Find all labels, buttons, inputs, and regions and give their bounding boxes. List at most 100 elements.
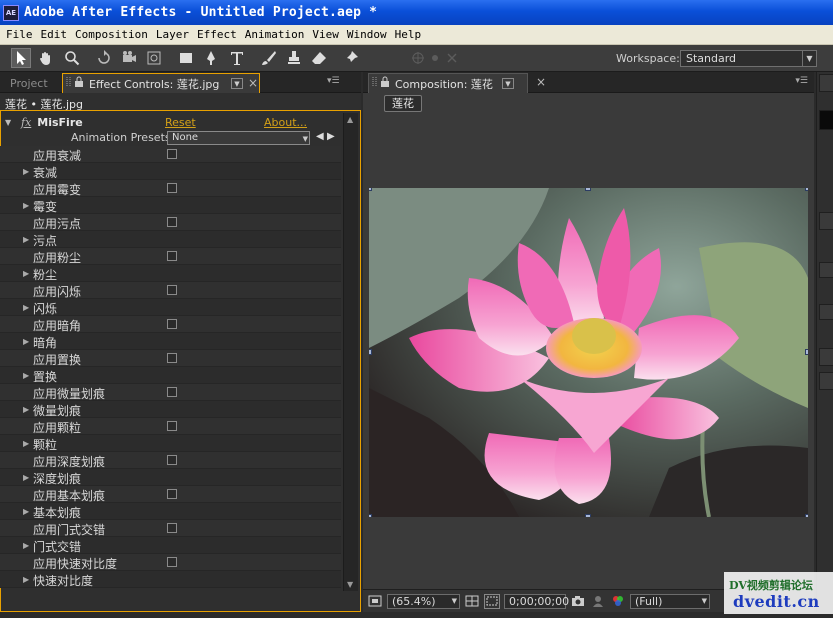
property-row[interactable]: 应用微量划痕 <box>0 384 341 401</box>
twirl-closed-icon[interactable]: ▶ <box>23 269 29 278</box>
rectangle-tool-icon[interactable] <box>176 48 196 68</box>
twirl-closed-icon[interactable]: ▶ <box>23 201 29 210</box>
text-tool-icon[interactable] <box>227 48 247 68</box>
property-row[interactable]: 应用深度划痕 <box>0 452 341 469</box>
composition-dropdown-chevron-icon[interactable]: ▼ <box>502 78 514 89</box>
next-preset-icon[interactable]: ▶ <box>327 131 335 142</box>
rotate-tool-icon[interactable] <box>94 48 114 68</box>
transform-handle[interactable] <box>585 188 591 191</box>
property-group-row[interactable]: ▶ 粉尘 <box>0 265 341 282</box>
twirl-closed-icon[interactable]: ▶ <box>23 575 29 584</box>
tab-composition[interactable]: Composition: 莲花 ▼ <box>368 73 528 93</box>
property-checkbox[interactable] <box>167 319 177 329</box>
twirl-closed-icon[interactable]: ▶ <box>23 439 29 448</box>
transform-handle[interactable] <box>805 188 808 191</box>
menu-help[interactable]: Help <box>391 28 426 41</box>
property-group-row[interactable]: ▶ 基本划痕 <box>0 503 341 520</box>
property-checkbox[interactable] <box>167 353 177 363</box>
preview-panel-button[interactable] <box>819 262 833 278</box>
pen-tool-icon[interactable] <box>201 48 221 68</box>
preview-panel-tab[interactable] <box>819 212 833 230</box>
clone-stamp-tool-icon[interactable] <box>284 48 304 68</box>
twirl-closed-icon[interactable]: ▶ <box>23 371 29 380</box>
panel-menu-icon[interactable]: ▾☰ <box>327 76 340 86</box>
twirl-closed-icon[interactable]: ▶ <box>23 337 29 346</box>
title-safe-icon[interactable] <box>464 594 480 609</box>
effects-presets-panel-tab[interactable] <box>819 348 833 366</box>
property-group-row[interactable]: ▶ 闪烁 <box>0 299 341 316</box>
menu-edit[interactable]: Edit <box>37 28 72 41</box>
property-group-row[interactable]: ▶ 深度划痕 <box>0 469 341 486</box>
twirl-closed-icon[interactable]: ▶ <box>23 303 29 312</box>
twirl-closed-icon[interactable]: ▶ <box>23 167 29 176</box>
property-row[interactable]: 应用霉变 <box>0 180 341 197</box>
layer-dropdown-chevron-icon[interactable]: ▼ <box>231 78 243 89</box>
property-group-row[interactable]: ▶ 微量划痕 <box>0 401 341 418</box>
panel-menu-icon[interactable]: ▾☰ <box>795 76 808 86</box>
menu-layer[interactable]: Layer <box>152 28 193 41</box>
effects-search-field[interactable] <box>819 372 833 390</box>
property-row[interactable]: 应用衰减 <box>0 146 341 163</box>
property-row[interactable]: 应用粉尘 <box>0 248 341 265</box>
reset-link[interactable]: Reset <box>165 116 196 129</box>
property-row[interactable]: 应用颗粒 <box>0 418 341 435</box>
property-checkbox[interactable] <box>167 251 177 261</box>
info-panel-tab[interactable] <box>819 74 833 92</box>
tab-project[interactable]: Project <box>4 75 54 92</box>
twirl-closed-icon[interactable]: ▶ <box>23 507 29 516</box>
lock-icon[interactable] <box>74 76 84 91</box>
magnification-select[interactable]: (65.4%) ▼ <box>387 593 460 609</box>
twirl-closed-icon[interactable]: ▶ <box>23 473 29 482</box>
transform-handle[interactable] <box>585 514 591 517</box>
property-row[interactable]: 应用污点 <box>0 214 341 231</box>
composition-viewer[interactable] <box>369 188 808 517</box>
property-group-row[interactable]: ▶ 污点 <box>0 231 341 248</box>
transform-handle[interactable] <box>805 514 808 517</box>
menu-window[interactable]: Window <box>343 28 391 41</box>
vertical-scrollbar[interactable]: ▲ ▼ <box>343 113 358 591</box>
close-tab-icon[interactable]: × <box>248 76 258 90</box>
brush-tool-icon[interactable] <box>259 48 279 68</box>
property-row[interactable]: 应用快速对比度 <box>0 554 341 571</box>
property-checkbox[interactable] <box>167 421 177 431</box>
property-checkbox[interactable] <box>167 183 177 193</box>
scroll-down-icon[interactable]: ▼ <box>347 580 353 589</box>
transform-handle[interactable] <box>369 349 372 355</box>
transform-handle[interactable] <box>805 349 808 355</box>
menu-effect[interactable]: Effect <box>193 28 241 41</box>
scroll-up-icon[interactable]: ▲ <box>347 115 353 124</box>
twirl-closed-icon[interactable]: ▶ <box>23 235 29 244</box>
menu-composition[interactable]: Composition <box>71 28 152 41</box>
property-group-row[interactable]: ▶ 快速对比度 <box>0 571 341 588</box>
hand-tool-icon[interactable] <box>36 48 56 68</box>
puppet-pin-tool-icon[interactable] <box>341 48 361 68</box>
menu-view[interactable]: View <box>308 28 343 41</box>
show-snapshot-icon[interactable] <box>590 594 606 609</box>
selection-tool-icon[interactable] <box>11 48 31 68</box>
close-tab-icon[interactable]: × <box>536 75 546 89</box>
property-group-row[interactable]: ▶ 置换 <box>0 367 341 384</box>
menu-file[interactable]: File <box>2 28 37 41</box>
workspace-select[interactable]: Standard ▼ <box>680 50 817 67</box>
transform-handle[interactable] <box>369 188 372 191</box>
property-group-row[interactable]: ▶ 衰减 <box>0 163 341 180</box>
property-checkbox[interactable] <box>167 149 177 159</box>
property-checkbox[interactable] <box>167 387 177 397</box>
property-group-row[interactable]: ▶ 暗角 <box>0 333 341 350</box>
eraser-tool-icon[interactable] <box>309 48 329 68</box>
fx-toggle-icon[interactable]: fx <box>21 116 31 129</box>
property-checkbox[interactable] <box>167 285 177 295</box>
property-checkbox[interactable] <box>167 489 177 499</box>
property-row[interactable]: 应用门式交错 <box>0 520 341 537</box>
property-row[interactable]: 应用闪烁 <box>0 282 341 299</box>
composition-breadcrumb[interactable]: 莲花 <box>384 95 422 112</box>
property-group-row[interactable]: ▶ 颗粒 <box>0 435 341 452</box>
property-row[interactable]: 应用置换 <box>0 350 341 367</box>
mask-visibility-icon[interactable] <box>484 593 500 609</box>
property-row[interactable]: 应用基本划痕 <box>0 486 341 503</box>
zoom-tool-icon[interactable] <box>62 48 82 68</box>
menu-animation[interactable]: Animation <box>241 28 309 41</box>
camera-tool-icon[interactable] <box>119 48 139 68</box>
property-row[interactable]: 应用暗角 <box>0 316 341 333</box>
effect-twirl-open-icon[interactable]: ▼ <box>5 118 17 127</box>
